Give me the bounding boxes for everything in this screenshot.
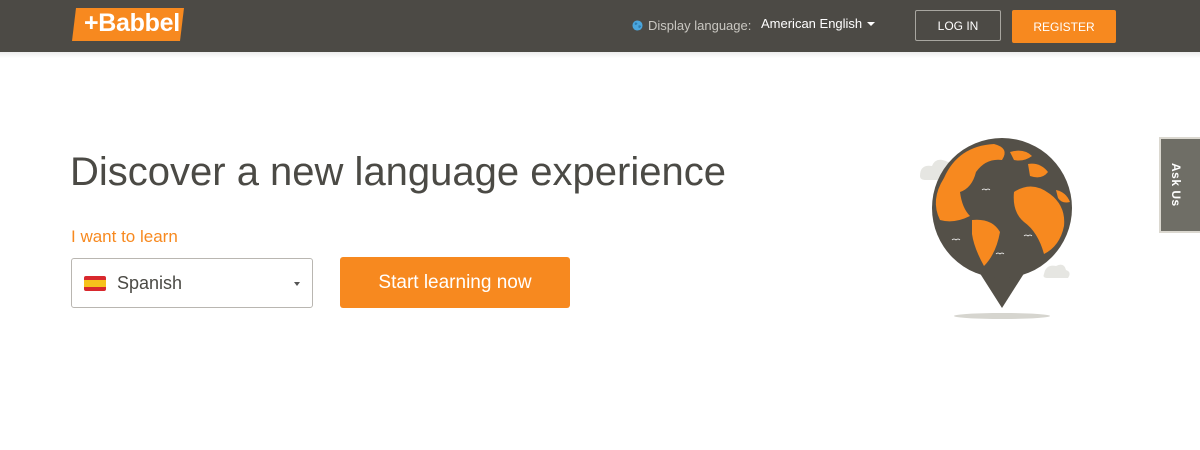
display-language-label: Display language:: [648, 17, 752, 33]
logo-text: +Babbel: [84, 9, 180, 37]
babbel-logo[interactable]: +Babbel: [70, 6, 186, 43]
login-button[interactable]: LOG IN: [915, 10, 1001, 41]
ask-us-label: Ask Us: [1169, 163, 1183, 207]
top-navigation-bar: +Babbel Display language: American Engli…: [0, 0, 1200, 52]
globe-icon: [632, 19, 643, 31]
selected-language: Spanish: [117, 273, 183, 293]
start-learning-button[interactable]: Start learning now: [340, 257, 570, 308]
chevron-down-icon: [867, 21, 876, 26]
display-language-value: American English: [761, 16, 863, 31]
display-language-dropdown[interactable]: American English: [761, 16, 876, 31]
ask-us-tab[interactable]: Ask Us: [1159, 137, 1200, 233]
world-map-pin-illustration: [920, 138, 1072, 319]
spain-flag-icon: [84, 276, 106, 291]
learn-language-label: I want to learn: [71, 227, 178, 246]
chevron-down-icon: [294, 282, 300, 286]
learn-language-select[interactable]: Spanish: [71, 258, 313, 308]
page-headline: Discover a new language experience: [70, 150, 726, 194]
header-shadow: [0, 52, 1200, 58]
display-language-label-group: Display language:: [632, 16, 751, 34]
register-button[interactable]: REGISTER: [1012, 10, 1116, 43]
